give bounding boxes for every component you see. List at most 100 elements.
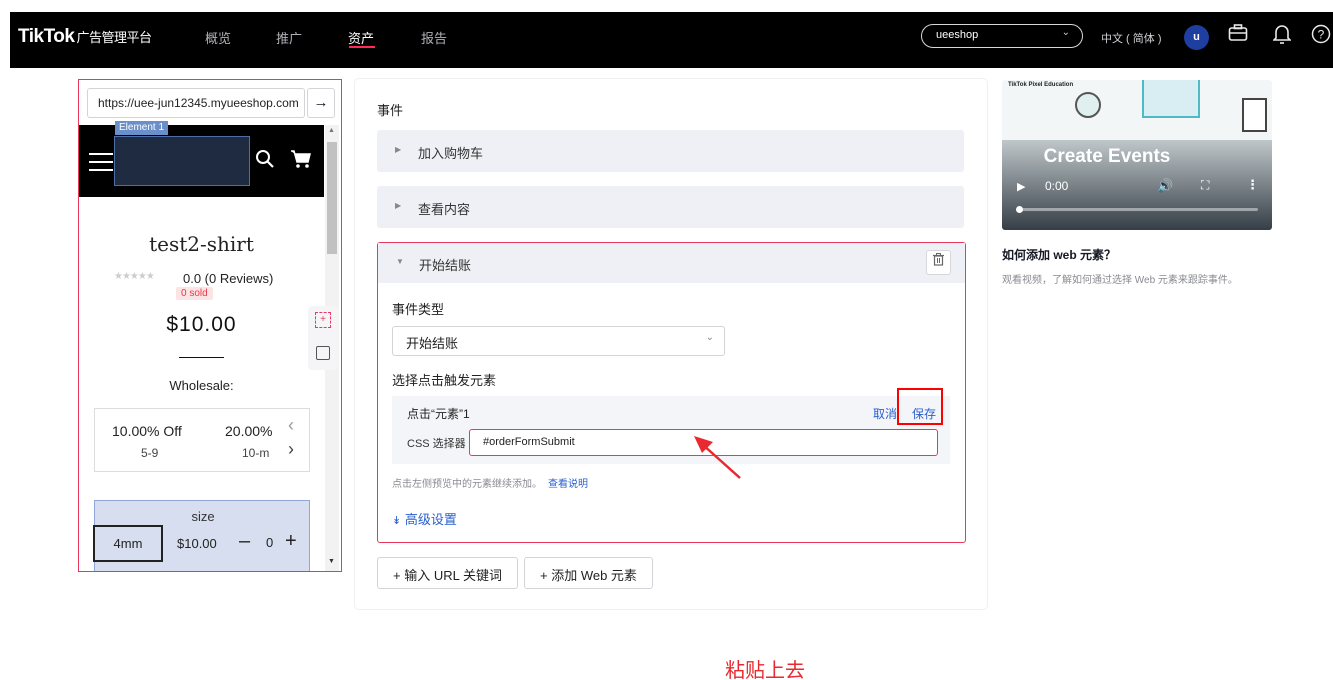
chevron-down-icon: ⌄ [705,332,714,343]
more-options-icon[interactable]: ⋮ [1246,177,1259,193]
event-item-header[interactable]: ▼ 开始结账 [378,243,965,283]
selected-element-highlight[interactable] [114,136,250,186]
help-description: 观看视频，了解如何通过选择 Web 元素来跟踪事件。 [1002,275,1238,286]
nav-overview[interactable]: 概览 [205,28,231,47]
preview-toolbar: + [308,306,338,370]
account-selector[interactable]: ueeshop ⌄ [921,24,1083,48]
scroll-up-icon[interactable]: ▲ [328,127,335,134]
size-label: size [191,509,215,524]
active-nav-underline [349,46,375,48]
video-progress-handle[interactable] [1016,206,1023,213]
delete-icon[interactable] [926,250,951,275]
divider [179,357,224,358]
element-config: 点击“元素”1 取消 保存 CSS 选择器 #orderFormSubmit [392,388,950,464]
website-preview-panel: https://uee-jun12345.myueeshop.com → Ele… [78,79,342,572]
fullscreen-icon[interactable]: ⛶ [1201,178,1209,193]
view-instructions-link[interactable]: 查看说明 [548,479,588,490]
scroll-down-icon[interactable]: ▼ [328,558,335,565]
advanced-settings-label: 高级设置 [404,512,457,527]
chevron-left-icon[interactable]: ‹ [288,415,294,436]
caret-down-icon: ▼ [396,257,404,266]
css-selector-label: CSS 选择器 [407,438,466,450]
annotation-arrow-icon [694,436,741,479]
logo-text: TikTok [18,26,75,47]
add-web-element-button[interactable]: + 添加 Web 元素 [524,557,653,589]
hamburger-menu-icon[interactable] [89,153,113,171]
tutorial-video[interactable]: TikTok Pixel Education Create Events ▶ 0… [1002,80,1272,230]
product-price: $10.00 [166,313,237,336]
event-item-label: 加入购物车 [418,146,484,161]
product-title: test2-shirt [149,232,254,256]
event-type-select[interactable]: 开始结账 ⌄ [392,326,725,356]
event-type-label: 事件类型 [392,302,445,317]
advanced-settings-toggle[interactable]: ↡ 高级设置 [392,509,457,528]
hint-text: 点击左侧预览中的元素继续添加。 查看说明 [392,475,588,490]
search-icon[interactable] [255,149,275,175]
top-nav-bar: TikTok 广告管理平台 概览 推广 资产 报告 ueeshop ⌄ 中文 ( … [10,12,1333,68]
wholesale-tiers: 10.00% Off 5-9 20.00% 10-m ‹ › [94,408,310,472]
svg-text:?: ? [1318,28,1325,42]
tier-range: 10-m [242,446,270,460]
element-tag: Element 1 [115,121,169,135]
frame-illustration [1242,98,1267,132]
nav-assets[interactable]: 资产 [348,28,374,47]
account-name: ueeshop [936,29,979,41]
quantity-value: 0 [266,535,274,550]
event-item-label: 查看内容 [418,202,471,217]
double-chevron-down-icon: ↡ [392,515,402,527]
wholesale-label: Wholesale: [169,378,234,393]
rating-stars-icon: ★★★★★ [114,271,155,282]
cart-icon[interactable] [290,149,312,175]
size-option[interactable]: 4mm [93,525,163,562]
chevron-down-icon: ⌄ [1061,27,1070,38]
go-arrow-button[interactable]: → [307,88,335,118]
quantity-stepper[interactable]: – 0 + [239,530,305,558]
rating-text: 0.0 (0 Reviews) [183,271,274,286]
minus-icon[interactable]: – [239,530,250,553]
help-icon[interactable]: ? [1310,24,1332,48]
trigger-element-label: 选择点击触发元素 [392,373,497,388]
event-type-value: 开始结账 [406,336,459,351]
event-item-add-to-cart[interactable]: ▶ 加入购物车 [377,130,964,172]
tiktok-logo[interactable]: TikTok 广告管理平台 [18,26,152,48]
select-element-icon[interactable]: + [315,312,331,328]
nav-reports[interactable]: 报告 [421,28,447,47]
briefcase-icon[interactable] [1227,24,1249,48]
nav-promote[interactable]: 推广 [276,28,302,47]
event-item-initiate-checkout: ▼ 开始结账 事件类型 开始结账 ⌄ 选择点击触发元素 点击“元素”1 取消 保… [377,242,966,680]
size-selector: size 4mm $10.00 – 0 + [93,500,310,571]
highlight-box [897,388,943,425]
help-title: 如何添加 web 元素？ [1002,248,1117,262]
size-price: $10.00 [177,536,217,551]
hint-message: 点击左侧预览中的元素继续添加。 [392,479,542,490]
shop-header: Element 1 [79,121,324,197]
cancel-button[interactable]: 取消 [873,405,897,422]
tier-range: 5-9 [141,446,159,460]
language-selector[interactable]: 中文 ( 简体 ) [1101,30,1162,46]
video-title: Create Events [1043,146,1171,167]
annotation-text: 粘贴上去 [725,660,805,680]
events-section-title: 事件 [377,103,404,118]
events-panel: 事件 ▶ 加入购物车 ▶ 查看内容 ▼ 开始结账 事件类型 开始结账 ⌄ 选择点… [355,79,987,680]
preview-url-input[interactable]: https://uee-jun12345.myueeshop.com [87,88,305,118]
plus-icon[interactable]: + [285,530,297,553]
bell-icon[interactable] [1271,24,1293,48]
preview-scroll-thumb[interactable] [327,142,337,254]
avatar[interactable]: u [1184,25,1209,50]
volume-icon[interactable]: 🔊 [1157,178,1173,194]
logo-subtitle: 广告管理平台 [76,30,152,45]
caret-right-icon: ▶ [395,145,402,154]
add-url-keyword-button[interactable]: + 输入 URL 关键词 [377,557,518,589]
play-icon[interactable]: ▶ [1017,180,1025,193]
video-progress-bar[interactable] [1016,208,1258,211]
layout-icon[interactable] [316,346,330,360]
caret-right-icon: ▶ [395,201,402,210]
element-name: 点击“元素”1 [407,407,470,421]
event-item-view-content[interactable]: ▶ 查看内容 [377,186,964,228]
window-illustration [1142,80,1200,118]
video-time: 0:00 [1045,179,1069,193]
video-small-title: TikTok Pixel Education [1008,82,1074,88]
tier-discount: 20.00% [225,423,273,439]
tier-discount: 10.00% Off [112,423,182,439]
chevron-right-icon[interactable]: › [288,439,294,460]
